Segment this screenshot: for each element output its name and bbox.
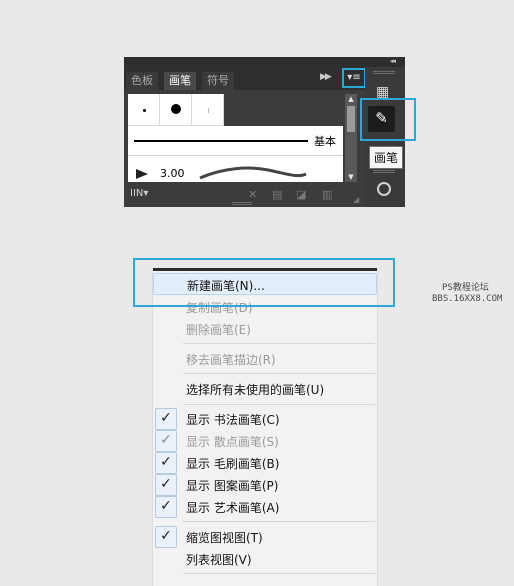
menu-item-show-art[interactable]: ✓ 显示 艺术画笔(A)	[153, 496, 377, 518]
checkmark-icon: ✓	[155, 496, 177, 518]
menu-item-label: 显示 散点画笔(S)	[186, 435, 279, 449]
brush-libraries-menu-button[interactable]: IIN▾	[130, 188, 148, 199]
watermark-line-2: BBS.16XX8.COM	[432, 294, 503, 304]
brush-swatch-thin[interactable]	[192, 94, 224, 126]
menu-item-label: 显示 书法画笔(C)	[186, 413, 280, 427]
brush-dot	[171, 104, 181, 114]
menu-item-select-unused[interactable]: 选择所有未使用的画笔(U)	[153, 378, 377, 400]
menu-item-remove-brush-stroke[interactable]: 移去画笔描边(R)	[153, 348, 377, 370]
brush-list-scrollbar[interactable]: ▲ ▼	[345, 94, 357, 182]
menu-item-show-pattern[interactable]: ✓ 显示 图案画笔(P)	[153, 474, 377, 496]
brush-dot	[143, 109, 146, 112]
menu-item-label: 显示 毛刷画笔(B)	[186, 457, 280, 471]
menu-item-label: 显示 艺术画笔(A)	[186, 501, 280, 515]
menu-item-show-calligraphic[interactable]: ✓ 显示 书法画笔(C)	[153, 408, 377, 430]
brushes-panel: 色板 画笔 符号 ▶▶ ▾≡ 基本 3.00 ▲ ▼ IIN▾ ✕ ▤ ◪ ▥ …	[124, 57, 366, 207]
brush-flag-icon	[136, 169, 148, 179]
dock-grip[interactable]	[373, 71, 395, 74]
brush-row-calligraphic[interactable]: 3.00	[128, 156, 343, 182]
tab-brushes[interactable]: 画笔	[164, 72, 196, 90]
brush-row-basic[interactable]: 基本	[128, 126, 343, 156]
brush-swatch-large[interactable]	[160, 94, 192, 126]
brush-list-gap	[224, 94, 343, 126]
checkmark-icon: ✓	[155, 526, 177, 548]
checkmark-icon: ✓	[155, 408, 177, 430]
brush-stroke-preview	[134, 140, 308, 142]
menu-item-label: 移去画笔描边(R)	[186, 353, 276, 367]
checkmark-icon: ✓	[155, 474, 177, 496]
brush-name: 基本	[314, 135, 336, 148]
symbols-icon[interactable]	[377, 182, 391, 196]
brushes-dock-button[interactable]: ✎	[360, 98, 416, 141]
brush-panel-menu: 新建画笔(N)... 复制画笔(D) 删除画笔(E) 移去画笔描边(R) 选择所…	[152, 268, 378, 586]
menu-item-list-view[interactable]: 列表视图(V)	[153, 548, 377, 570]
menu-separator	[183, 573, 375, 574]
menu-item-cut-off[interactable]	[153, 578, 377, 586]
tab-swatches[interactable]: 色板	[126, 72, 158, 90]
checkmark-icon: ✓	[155, 452, 177, 474]
watermark-line-1: PS教程论坛	[442, 283, 489, 293]
brush-wave-preview	[199, 166, 307, 180]
scroll-up-icon[interactable]: ▲	[345, 94, 357, 104]
scroll-down-icon[interactable]: ▼	[345, 172, 357, 182]
new-brush-icon[interactable]: ◪	[296, 188, 306, 201]
corner-resize-icon[interactable]: ◢	[353, 195, 359, 204]
menu-item-show-scatter[interactable]: ✓ 显示 散点画笔(S)	[153, 430, 377, 452]
watermark: PS教程论坛 BBS.16XX8.COM	[432, 283, 502, 305]
dock-grip[interactable]	[373, 170, 395, 173]
remove-stroke-icon[interactable]: ✕	[248, 188, 257, 201]
menu-item-show-bristle[interactable]: ✓ 显示 毛刷画笔(B)	[153, 452, 377, 474]
panel-resize-grip[interactable]	[232, 202, 252, 205]
options-icon[interactable]: ▤	[272, 188, 282, 201]
brush-swatch-small[interactable]	[128, 94, 160, 126]
tooltip: 画笔	[369, 146, 404, 169]
tab-symbols[interactable]: 符号	[202, 72, 234, 90]
menu-item-label: 显示 图案画笔(P)	[186, 479, 279, 493]
collapse-dock-icon[interactable]: ◂◂	[390, 57, 396, 65]
menu-separator	[183, 343, 375, 344]
menu-item-label: 列表视图(V)	[186, 553, 252, 567]
panel-menu-button[interactable]: ▾≡	[342, 68, 366, 88]
brush-list: 基本 3.00	[128, 94, 343, 182]
double-chevron-right-icon[interactable]: ▶▶	[320, 72, 332, 82]
menu-item-label: 删除画笔(E)	[186, 323, 251, 337]
brush-icon: ✎	[368, 106, 395, 132]
menu-item-delete-brush[interactable]: 删除画笔(E)	[153, 318, 377, 340]
scroll-thumb[interactable]	[347, 106, 355, 132]
dock-title-bar[interactable]: ◂◂	[365, 57, 405, 67]
brush-dot	[208, 108, 209, 113]
menu-item-label: 缩览图视图(T)	[186, 531, 263, 545]
panel-menu-icon: ▾≡	[347, 72, 361, 83]
menu-separator	[183, 404, 375, 405]
menu-separator	[183, 373, 375, 374]
menu-item-thumbnail-view[interactable]: ✓ 缩览图视图(T)	[153, 526, 377, 548]
delete-brush-icon[interactable]: ▥	[322, 188, 332, 201]
brush-size-value: 3.00	[160, 167, 185, 180]
menu-item-label: 选择所有未使用的画笔(U)	[186, 383, 325, 397]
menu-separator	[183, 521, 375, 522]
panel-dock: ◂◂ ▦ ✎ 画笔	[360, 57, 416, 207]
panel-title-bar[interactable]	[124, 57, 365, 69]
highlight-frame	[133, 258, 395, 307]
panel-bottom-toolbar: IIN▾ ✕ ▤ ◪ ▥ ◢	[124, 182, 365, 207]
checkmark-icon: ✓	[155, 430, 177, 452]
